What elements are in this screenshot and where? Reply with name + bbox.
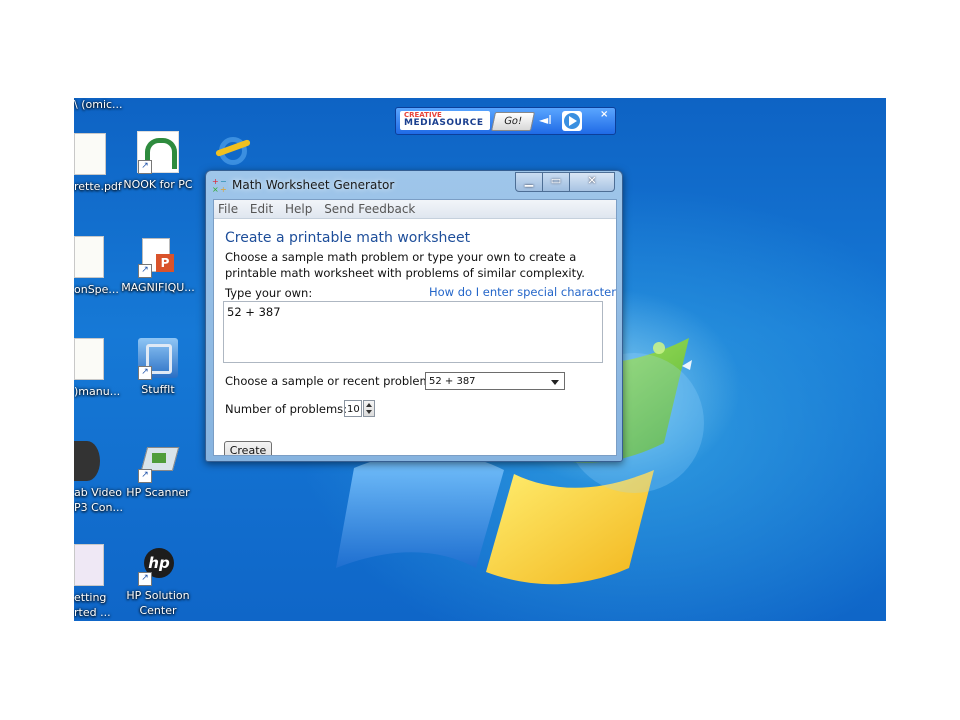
number-of-problems-input[interactable]: 10 bbox=[344, 400, 362, 417]
shortcut-arrow-icon: ↗ bbox=[138, 160, 152, 174]
math-worksheet-window: + − × ÷ Math Worksheet Generator ▁ ▭ ✕ F… bbox=[205, 170, 623, 462]
minimize-icon: ▁ bbox=[524, 174, 534, 187]
menu-bar: File Edit Help Send Feedback bbox=[214, 200, 616, 219]
desktop-icon-magnifique[interactable]: P ↗ MAGNIFIQU... bbox=[119, 236, 197, 295]
play-button[interactable] bbox=[562, 111, 582, 131]
window-client-area: File Edit Help Send Feedback Create a pr… bbox=[213, 199, 617, 456]
volume-icon[interactable]: ◄I bbox=[539, 113, 552, 127]
stuffit-icon: ↗ bbox=[138, 338, 178, 380]
document-thumbnail-icon bbox=[74, 133, 106, 175]
nook-icon: ↗ bbox=[137, 131, 179, 174]
sample-problem-value: 52 + 387 bbox=[429, 376, 476, 387]
desktop-icon-internet-explorer[interactable] bbox=[194, 131, 272, 171]
desktop-icon-manual[interactable]: )manu... bbox=[74, 338, 122, 399]
desktop-icon-hp-scanner[interactable]: ↗ HP Scanner bbox=[119, 441, 197, 500]
hp-logo-icon: hp ↗ bbox=[138, 544, 178, 586]
media-source-toolbar: CREATIVE MEDIASOURCE Go! ◄I × bbox=[395, 107, 616, 135]
sample-problem-dropdown[interactable]: 52 + 387 bbox=[425, 372, 565, 390]
scanner-icon: ↗ bbox=[138, 441, 180, 483]
media-source-logo: CREATIVE MEDIASOURCE bbox=[400, 111, 490, 130]
desktop-icon-onspe[interactable]: onSpe... bbox=[74, 236, 122, 297]
window-title: Math Worksheet Generator bbox=[232, 178, 395, 192]
number-of-problems-label: Number of problems: bbox=[225, 402, 348, 416]
powerpoint-icon: P ↗ bbox=[138, 236, 178, 278]
page-heading: Create a printable math worksheet bbox=[225, 230, 471, 246]
svg-text:×: × bbox=[212, 185, 219, 193]
close-button[interactable]: ✕ bbox=[569, 172, 615, 192]
shortcut-arrow-icon: ↗ bbox=[138, 264, 152, 278]
toolbar-close-button[interactable]: × bbox=[600, 109, 608, 120]
desktop-icon-stuffit[interactable]: ↗ StuffIt bbox=[119, 338, 197, 397]
close-icon: ✕ bbox=[587, 174, 597, 187]
sample-problem-label: Choose a sample or recent problem: bbox=[225, 374, 435, 388]
shortcut-arrow-icon: ↗ bbox=[138, 366, 152, 380]
create-button[interactable]: Create bbox=[224, 441, 272, 455]
document-thumbnail-icon bbox=[74, 544, 104, 586]
desktop-icon-nook[interactable]: ↗ NOOK for PC bbox=[119, 131, 197, 192]
desktop-icon-pdf[interactable]: rette.pdf bbox=[74, 133, 122, 194]
number-of-problems-stepper[interactable] bbox=[363, 400, 375, 417]
description-text: Choose a sample math problem or type you… bbox=[225, 250, 585, 280]
go-button[interactable]: Go! bbox=[490, 112, 536, 131]
menu-file[interactable]: File bbox=[214, 200, 242, 216]
document-thumbnail-icon bbox=[74, 338, 104, 380]
maximize-icon: ▭ bbox=[550, 174, 562, 187]
internet-explorer-icon bbox=[213, 131, 253, 171]
type-own-label: Type your own: bbox=[225, 286, 313, 300]
desktop-icon-comic[interactable]: \ (omic... bbox=[74, 98, 123, 112]
document-thumbnail-icon bbox=[74, 236, 104, 278]
desktop-icon-hp-solution-center[interactable]: hp ↗ HP Solution Center bbox=[119, 544, 197, 618]
svg-text:÷: ÷ bbox=[220, 185, 227, 193]
play-icon bbox=[569, 116, 577, 126]
title-bar[interactable]: + − × ÷ Math Worksheet Generator ▁ ▭ ✕ bbox=[206, 171, 622, 199]
speaker-icon bbox=[74, 441, 100, 481]
menu-edit[interactable]: Edit bbox=[246, 200, 277, 216]
shortcut-arrow-icon: ↗ bbox=[138, 572, 152, 586]
chevron-down-icon bbox=[551, 380, 559, 385]
stepper-up-icon[interactable] bbox=[366, 403, 372, 407]
menu-help[interactable]: Help bbox=[281, 200, 316, 216]
desktop-icon-getting-started[interactable]: etting rted ... bbox=[74, 544, 122, 620]
special-character-help-link[interactable]: How do I enter special character bbox=[429, 285, 616, 299]
app-icon: + − × ÷ bbox=[212, 177, 228, 194]
maximize-button[interactable]: ▭ bbox=[542, 172, 570, 192]
menu-send-feedback[interactable]: Send Feedback bbox=[320, 200, 419, 216]
stepper-down-icon[interactable] bbox=[366, 410, 372, 414]
problem-input[interactable]: 52 + 387 bbox=[223, 301, 603, 363]
minimize-button[interactable]: ▁ bbox=[515, 172, 543, 192]
shortcut-arrow-icon: ↗ bbox=[138, 469, 152, 483]
desktop-icon-video-converter[interactable]: ab Video P3 Con... bbox=[74, 441, 123, 515]
